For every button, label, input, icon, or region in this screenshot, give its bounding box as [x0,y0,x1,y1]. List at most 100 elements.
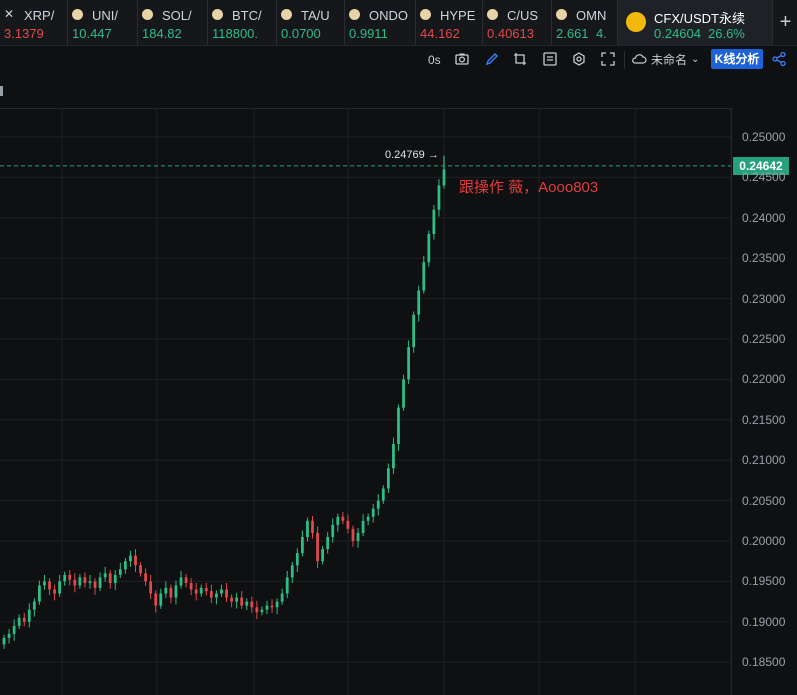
candle-body[interactable] [43,581,46,586]
candle-body[interactable] [164,587,168,594]
candle-body[interactable] [397,407,400,445]
symbol-tab[interactable]: HYPE 44.162 [416,0,483,45]
candle-body[interactable] [280,593,284,602]
candle-body[interactable] [392,444,395,469]
candle-body[interactable] [402,379,405,408]
candle-body[interactable] [366,516,370,521]
candle-body[interactable] [301,536,304,554]
settings-icon[interactable] [571,51,587,67]
candle-body[interactable] [139,565,142,574]
candle-body[interactable] [108,573,112,584]
fullscreen-icon[interactable] [600,51,616,67]
candle-body[interactable] [12,625,16,634]
symbol-tab[interactable]: OMN 2.661 4. [552,0,618,45]
candle-body[interactable] [7,633,11,638]
candle-body[interactable] [341,516,345,521]
candle-body[interactable] [225,589,228,598]
candle-body[interactable] [316,532,319,562]
candle-body[interactable] [93,581,97,588]
candle-body[interactable] [38,585,41,602]
candle-body[interactable] [88,581,92,584]
candle-body[interactable] [260,609,264,613]
candle-body[interactable] [78,577,82,586]
add-tab-plus-icon[interactable]: + [774,0,797,45]
candle-body[interactable] [134,555,137,566]
candle-body[interactable] [240,597,244,606]
candle-body[interactable] [285,577,289,594]
candle-body[interactable] [326,536,330,550]
symbol-tab[interactable]: C/US 0.40613 [483,0,552,45]
candle-body[interactable] [351,528,355,541]
candle-body[interactable] [220,589,223,594]
symbol-tab[interactable]: ✕ XRP/3.1379 [0,0,68,45]
candle-body[interactable] [417,290,421,315]
candle-body[interactable] [255,607,259,613]
candle-body[interactable] [230,597,233,602]
candle-body[interactable] [245,601,249,606]
candle-body[interactable] [83,577,87,584]
layout-name[interactable]: 未命名 [651,51,687,69]
candle-body[interactable] [331,524,335,537]
candle-body[interactable] [295,553,299,566]
candle-body[interactable] [27,609,31,622]
candle-body[interactable] [98,577,102,588]
candle-body[interactable] [48,581,51,590]
candle-body[interactable] [2,637,6,645]
candle-body[interactable] [336,516,340,525]
candle-body[interactable] [356,532,360,541]
chevron-down-icon[interactable]: ⌄ [691,51,699,69]
candle-body[interactable] [371,508,375,517]
candle-body[interactable] [407,347,410,380]
candle-body[interactable] [169,587,173,598]
symbol-tab[interactable]: TA/U 0.0700 [277,0,345,45]
candle-body[interactable] [270,605,274,608]
candle-body[interactable] [437,185,441,210]
symbol-tab[interactable]: ONDO 0.9911 [345,0,416,45]
candle-body[interactable] [427,233,431,263]
candle-body[interactable] [68,574,72,580]
candle-body[interactable] [154,593,158,606]
symbol-tab[interactable]: BTC/118800. [208,0,277,45]
layers-icon[interactable] [542,51,558,67]
candle-body[interactable] [103,573,107,578]
candle-body[interactable] [32,601,36,610]
candle-body[interactable] [118,569,122,575]
candle-body[interactable] [184,577,188,584]
candle-body[interactable] [209,591,213,598]
candle-body[interactable] [311,520,314,533]
price-axis[interactable] [731,108,797,695]
candle-body[interactable] [321,549,325,562]
candle-body[interactable] [194,589,198,594]
candle-body[interactable] [204,587,208,592]
candle-body[interactable] [113,574,117,584]
candle-body[interactable] [361,520,365,533]
candle-body[interactable] [149,581,153,594]
active-symbol-tab[interactable]: CFX/USDT永续 0.24604 26.6% [618,0,773,45]
candle-body[interactable] [159,593,163,606]
candle-body[interactable] [179,577,183,586]
kline-analysis-button[interactable]: K线分析 [711,49,763,69]
candle-body[interactable] [381,488,385,501]
candle-body[interactable] [63,574,67,582]
candle-body[interactable] [189,583,193,590]
candle-body[interactable] [53,589,56,594]
candle-body[interactable] [235,597,239,602]
symbol-tab[interactable]: SOL/184.82 [138,0,208,45]
symbol-tab[interactable]: UNI/10.447 [68,0,138,45]
share-icon[interactable] [771,51,787,67]
candle-body[interactable] [174,585,178,598]
candle-body[interactable] [275,601,279,608]
candle-body[interactable] [73,579,77,586]
candle-body[interactable] [306,520,309,537]
pencil-icon[interactable] [484,51,500,67]
candle-body[interactable] [422,262,426,291]
candle-body[interactable] [123,561,127,570]
candle-body[interactable] [265,605,269,610]
candle-body[interactable] [386,468,390,489]
candle-body[interactable] [432,209,436,234]
candle-body[interactable] [376,500,380,509]
candle-body[interactable] [215,593,218,598]
interval-label[interactable]: 0s [428,51,441,69]
candle-body[interactable] [250,601,254,608]
candlestick-chart[interactable] [0,108,731,695]
